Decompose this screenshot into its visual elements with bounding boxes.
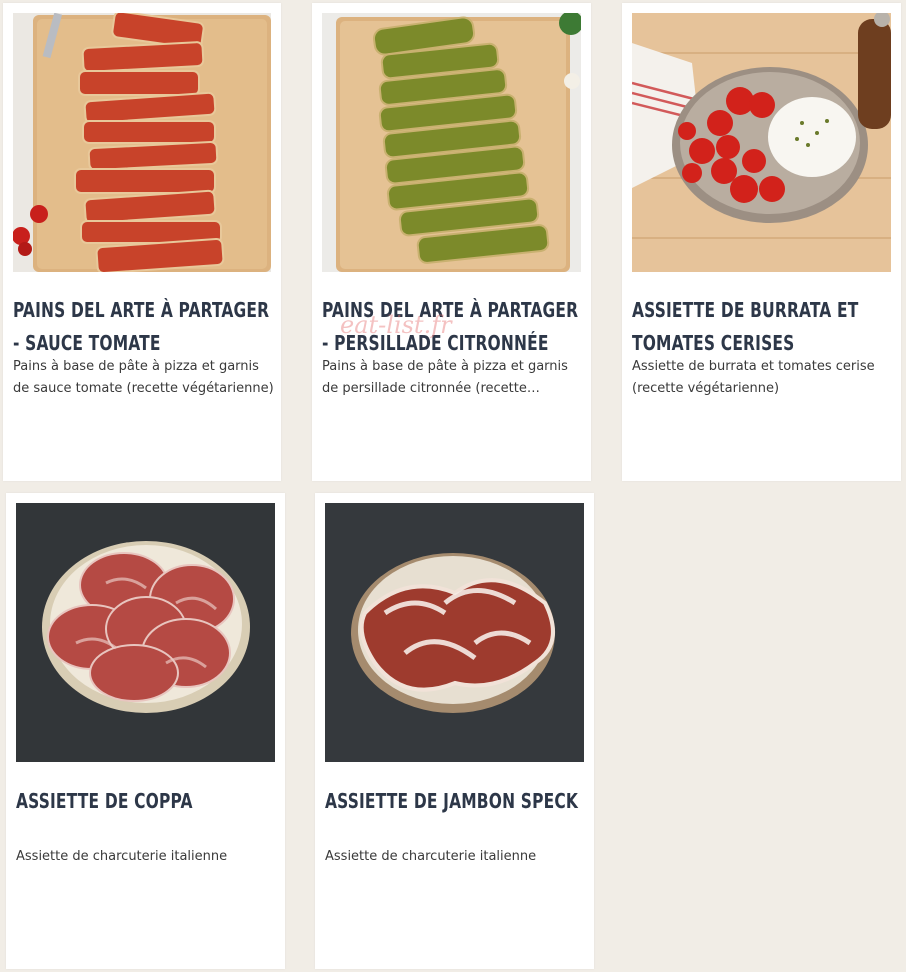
item-description: Assiette de charcuterie italienne bbox=[325, 849, 537, 864]
item-title[interactable]: Pains del Arte à partager - Persillade c… bbox=[322, 294, 580, 360]
pesto-bread-photo[interactable] bbox=[322, 13, 581, 272]
item-description: Pains à base de pâte à pizza et garnis d… bbox=[13, 359, 274, 396]
burrata-illustration bbox=[632, 13, 891, 272]
menu-card-burrata[interactable]: Assiette de burrata et tomates cerises A… bbox=[622, 3, 901, 481]
title-line: Assiette de coppa bbox=[16, 789, 193, 813]
coppa-illustration bbox=[16, 503, 275, 762]
menu-card-coppa[interactable]: Assiette de coppa Assiette de charcuteri… bbox=[6, 493, 285, 969]
title-line: Pains del Arte à partager bbox=[13, 298, 270, 322]
burrata-photo[interactable] bbox=[632, 13, 891, 272]
speck-photo[interactable] bbox=[325, 503, 584, 762]
menu-card-speck[interactable]: Assiette de jambon speck Assiette de cha… bbox=[315, 493, 594, 969]
title-line: Assiette de jambon speck bbox=[325, 789, 579, 813]
title-line: Assiette de burrata et bbox=[632, 298, 859, 322]
item-description: Assiette de charcuterie italienne bbox=[16, 849, 228, 864]
item-title[interactable]: Assiette de jambon speck bbox=[325, 785, 583, 818]
item-title[interactable]: Assiette de burrata et tomates cerises bbox=[632, 294, 890, 360]
tomato-bread-illustration bbox=[13, 13, 271, 272]
item-description: Assiette de burrata et tomates cerise (r… bbox=[632, 359, 875, 396]
menu-card-sauce-tomate[interactable]: Pains del Arte à partager - Sauce tomate… bbox=[3, 3, 281, 481]
pesto-bread-illustration bbox=[322, 13, 581, 272]
item-title[interactable]: Pains del Arte à partager - Sauce tomate bbox=[13, 294, 271, 360]
tomato-bread-photo[interactable] bbox=[13, 13, 271, 272]
title-line: Pains del Arte à partager bbox=[322, 298, 579, 322]
item-title[interactable]: Assiette de coppa bbox=[16, 785, 274, 818]
coppa-photo[interactable] bbox=[16, 503, 275, 762]
speck-illustration bbox=[325, 503, 584, 762]
item-description: Pains à base de pâte à pizza et garnis d… bbox=[322, 359, 568, 396]
menu-card-persillade[interactable]: Pains del Arte à partager - Persillade c… bbox=[312, 3, 591, 481]
